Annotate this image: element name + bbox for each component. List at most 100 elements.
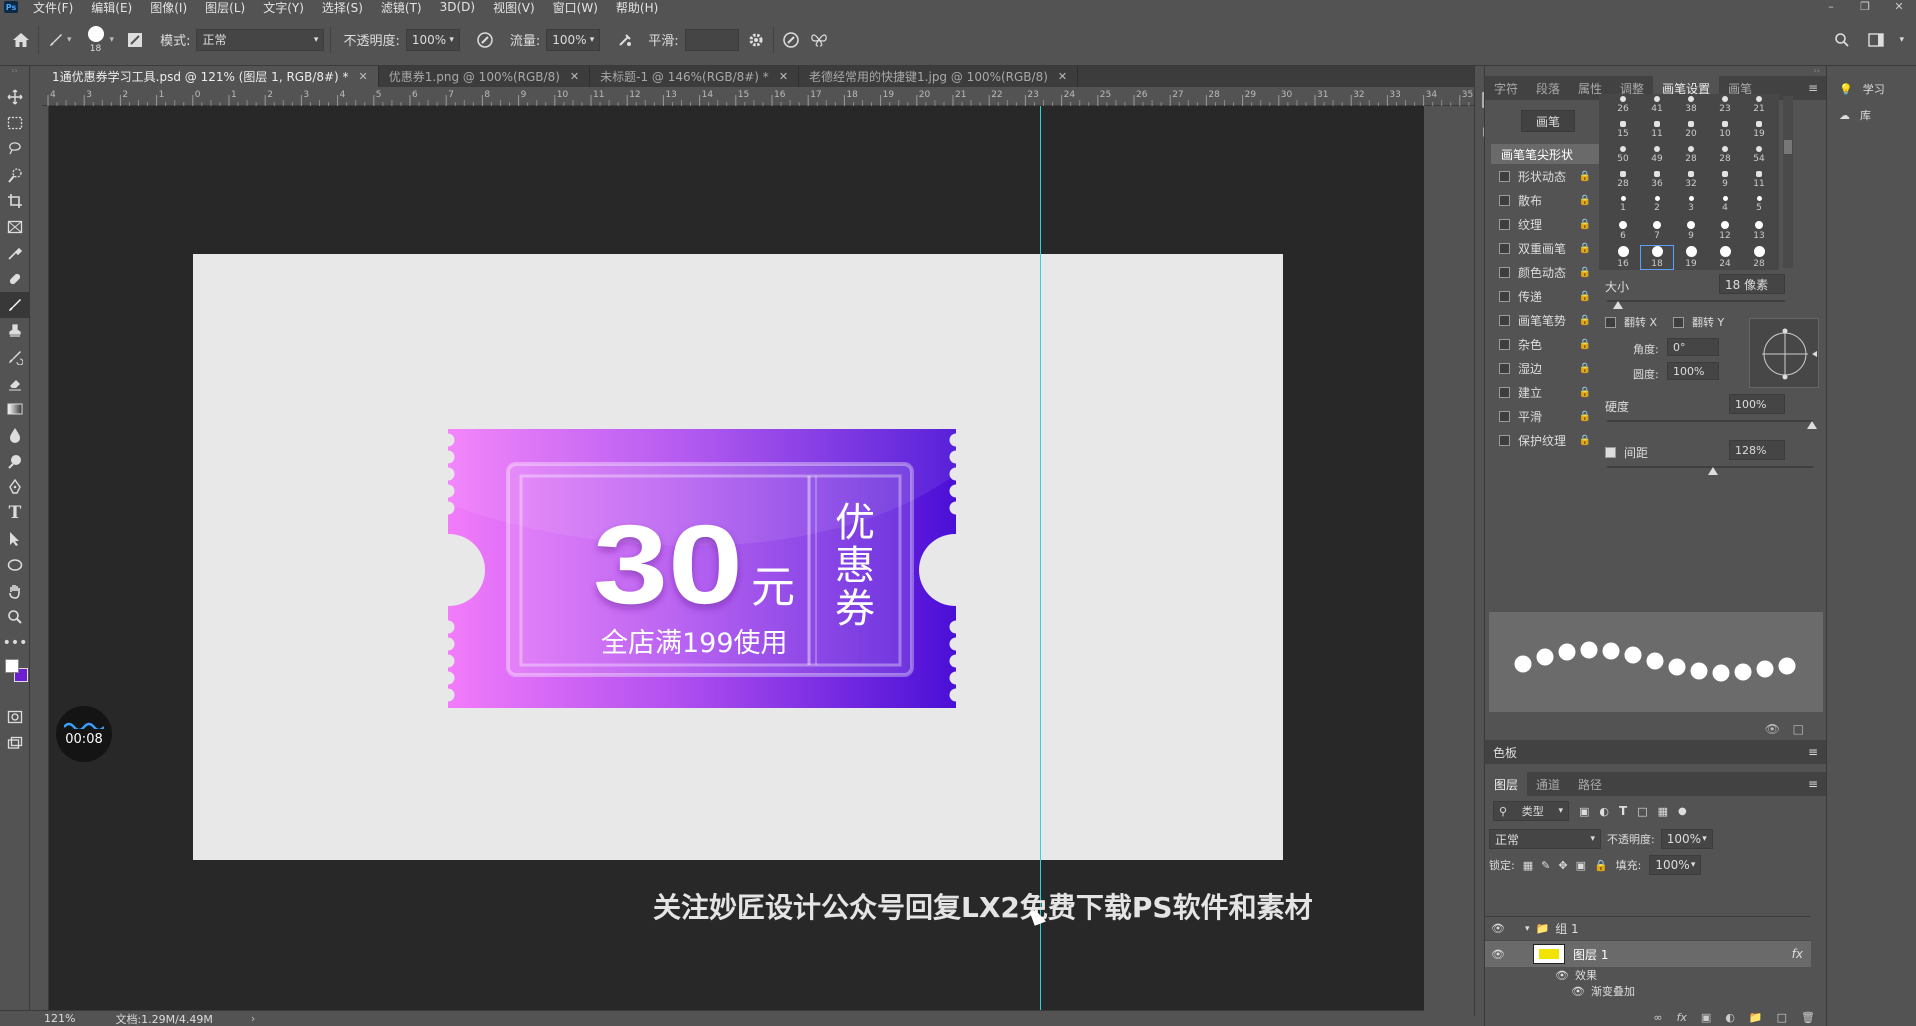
new-layer-icon[interactable]: □ <box>1777 1011 1787 1024</box>
eraser-tool-icon[interactable] <box>0 370 30 396</box>
symmetry-butterfly-icon[interactable] <box>808 29 830 51</box>
tab-paragraph[interactable]: 段落 <box>1527 76 1569 100</box>
pressure-opacity-icon[interactable] <box>474 29 496 51</box>
brush-option-item[interactable]: 平滑 🔒 <box>1491 404 1599 428</box>
zoom-level[interactable]: 121% <box>44 1012 75 1025</box>
lock-icon[interactable]: 🔒 <box>1579 267 1591 278</box>
tab-paths[interactable]: 路径 <box>1569 772 1611 796</box>
frame-tool-icon[interactable] <box>0 214 30 240</box>
brush-tool-icon[interactable] <box>45 29 67 51</box>
brush-tip-cell[interactable]: 7 <box>1641 221 1673 241</box>
brush-option-item[interactable]: 湿边 🔒 <box>1491 356 1599 380</box>
learn-item[interactable]: 💡 学习 <box>1827 76 1916 102</box>
library-item[interactable]: ☁ 库 <box>1827 102 1916 128</box>
brush-tip-cell[interactable]: 36 <box>1641 171 1673 189</box>
hardness-field[interactable]: 100% <box>1729 394 1785 414</box>
workspace-switcher-icon[interactable] <box>1865 29 1887 51</box>
brush-option-item[interactable]: 传递 🔒 <box>1491 284 1599 308</box>
hand-tool-icon[interactable] <box>0 578 30 604</box>
brush-option-checkbox[interactable] <box>1499 242 1510 254</box>
new-brush-icon[interactable]: □ <box>1793 722 1804 736</box>
layer-name[interactable]: 组 1 <box>1555 920 1578 937</box>
angle-roundness-widget[interactable] <box>1749 318 1819 388</box>
brush-tip-cell[interactable]: 50 <box>1607 146 1639 164</box>
brush-tip-cell[interactable]: 49 <box>1641 146 1673 164</box>
lock-position-icon[interactable]: ✥ <box>1558 859 1567 872</box>
brush-preset-picker[interactable]: 18 <box>82 25 110 54</box>
quick-selection-tool-icon[interactable] <box>0 162 30 188</box>
lock-icon[interactable]: 🔒 <box>1579 411 1591 422</box>
link-layers-icon[interactable]: ∞ <box>1653 1011 1662 1024</box>
lock-transparent-icon[interactable]: ▦ <box>1523 859 1533 872</box>
spacing-option[interactable]: 间距 <box>1605 444 1648 461</box>
lock-icon[interactable]: 🔒 <box>1579 339 1591 350</box>
brush-option-item[interactable]: 双重画笔 🔒 <box>1491 236 1599 260</box>
lock-icon[interactable]: 🔒 <box>1579 219 1591 230</box>
brush-tip-grid[interactable]: 26 41 38 23 21 15 11 20 10 19 50 49 28 28 54 28 36 32 9 11 1… <box>1599 94 1779 270</box>
close-tab-icon[interactable]: ✕ <box>779 70 788 83</box>
lock-image-icon[interactable]: ✎ <box>1541 859 1550 872</box>
lock-icon[interactable]: 🔒 <box>1579 315 1591 326</box>
brush-option-checkbox[interactable] <box>1499 386 1510 398</box>
brush-option-checkbox[interactable] <box>1499 170 1510 182</box>
restore-icon[interactable]: ❐ <box>1848 0 1882 13</box>
hardness-slider[interactable] <box>1607 420 1813 422</box>
brush-tip-cell[interactable]: 10 <box>1709 121 1741 139</box>
fx-icon[interactable]: fx <box>1677 1011 1687 1024</box>
spacing-checkbox[interactable] <box>1605 447 1616 458</box>
size-field[interactable]: 18 像素 <box>1719 274 1785 294</box>
brush-tip-cell[interactable]: 41 <box>1641 96 1673 114</box>
brush-tip-cell[interactable]: 28 <box>1607 171 1639 189</box>
trash-icon[interactable]: 🗑 <box>1801 1011 1815 1024</box>
type-tool-icon[interactable]: T <box>0 500 30 526</box>
blend-mode-select[interactable]: 正常 ▾ <box>1489 829 1601 849</box>
flip-y-checkbox[interactable] <box>1673 316 1684 328</box>
fill-field[interactable]: 100% ▾ <box>1649 855 1702 875</box>
lock-icon[interactable]: 🔒 <box>1579 435 1591 446</box>
close-tab-icon[interactable]: ✕ <box>359 70 368 83</box>
brush-tip-cell[interactable]: 23 <box>1709 96 1741 114</box>
brush-tip-cell[interactable]: 19 <box>1675 246 1707 269</box>
brush-option-checkbox[interactable] <box>1499 314 1510 326</box>
spacing-slider-thumb[interactable] <box>1708 467 1718 475</box>
lasso-tool-icon[interactable] <box>0 136 30 162</box>
brush-tip-cell[interactable]: 21 <box>1743 96 1775 114</box>
brush-tip-cell[interactable]: 32 <box>1675 171 1707 189</box>
brush-option-item[interactable]: 保护纹理 🔒 <box>1491 428 1599 452</box>
brush-tip-cell[interactable]: 12 <box>1709 221 1741 241</box>
brush-tip-shape-item[interactable]: 画笔笔尖形状 <box>1491 144 1599 164</box>
brush-option-item[interactable]: 纹理 🔒 <box>1491 212 1599 236</box>
adjustment-layer-icon[interactable]: ◐ <box>1725 1011 1735 1024</box>
size-slider-thumb[interactable] <box>1613 301 1623 309</box>
brush-option-checkbox[interactable] <box>1499 290 1510 302</box>
dodge-tool-icon[interactable] <box>0 448 30 474</box>
brush-tip-cell[interactable]: 15 <box>1607 121 1639 139</box>
size-slider[interactable] <box>1607 300 1785 302</box>
history-brush-tool-icon[interactable] <box>0 344 30 370</box>
airbrush-icon[interactable] <box>614 29 636 51</box>
close-tab-icon[interactable]: ✕ <box>570 70 579 83</box>
path-selection-tool-icon[interactable] <box>0 526 30 552</box>
opacity-field[interactable]: 100% ▾ <box>405 28 460 51</box>
lock-icon[interactable]: 🔒 <box>1579 291 1591 302</box>
brush-option-checkbox[interactable] <box>1499 266 1510 278</box>
toggle-preview-icon[interactable]: 👁 <box>1765 722 1780 736</box>
brush-tip-cell[interactable]: 38 <box>1675 96 1707 114</box>
brush-tip-cell[interactable]: 19 <box>1743 121 1775 139</box>
layer-opacity-field[interactable]: 100% ▾ <box>1660 829 1713 849</box>
vertical-guide-line[interactable] <box>1040 106 1041 1010</box>
smoothing-field[interactable] <box>684 28 739 51</box>
layer-name[interactable]: 图层 1 <box>1573 946 1608 963</box>
brush-tip-cell[interactable]: 54 <box>1743 146 1775 164</box>
brush-option-item[interactable]: 颜色动态 🔒 <box>1491 260 1599 284</box>
hardness-slider-thumb[interactable] <box>1807 421 1817 429</box>
lock-icon[interactable]: 🔒 <box>1579 243 1591 254</box>
brush-tip-cell[interactable]: 26 <box>1607 96 1639 114</box>
blur-tool-icon[interactable] <box>0 422 30 448</box>
tab-channels[interactable]: 通道 <box>1527 772 1569 796</box>
tip-grid-scrollbar[interactable] <box>1783 96 1793 268</box>
healing-brush-tool-icon[interactable] <box>0 266 30 292</box>
effect-row[interactable]: 👁 渐变叠加 <box>1485 983 1811 999</box>
brush-tip-cell[interactable]: 11 <box>1743 171 1775 189</box>
brush-option-checkbox[interactable] <box>1499 434 1510 446</box>
